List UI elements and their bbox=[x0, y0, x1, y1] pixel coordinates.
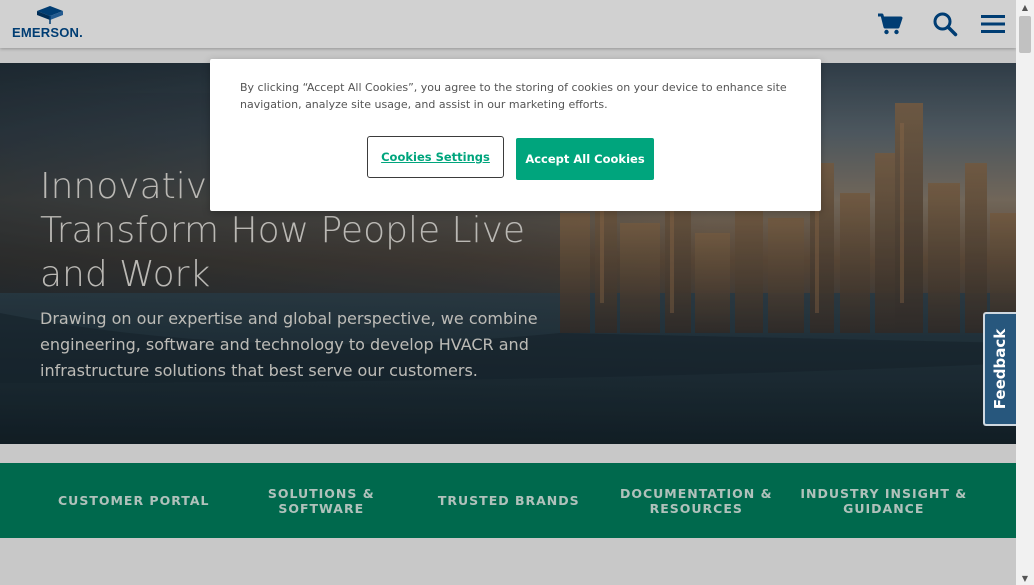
scroll-down-arrow-icon[interactable]: ▼ bbox=[1016, 571, 1034, 585]
feedback-label: Feedback bbox=[991, 328, 1010, 410]
cookies-settings-button[interactable]: Cookies Settings bbox=[367, 136, 504, 178]
page: EMERSON. Innovative Transform How People… bbox=[0, 0, 1016, 585]
cookie-consent-dialog: By clicking “Accept All Cookies”, you ag… bbox=[210, 59, 821, 211]
scroll-up-arrow-icon[interactable]: ▲ bbox=[1016, 0, 1034, 14]
vertical-scrollbar[interactable]: ▲ ▼ bbox=[1016, 0, 1034, 585]
feedback-tab[interactable]: Feedback bbox=[983, 312, 1016, 426]
scrollbar-thumb[interactable] bbox=[1019, 16, 1031, 53]
cookie-message: By clicking “Accept All Cookies”, you ag… bbox=[240, 81, 787, 111]
accept-all-cookies-button[interactable]: Accept All Cookies bbox=[516, 138, 654, 180]
